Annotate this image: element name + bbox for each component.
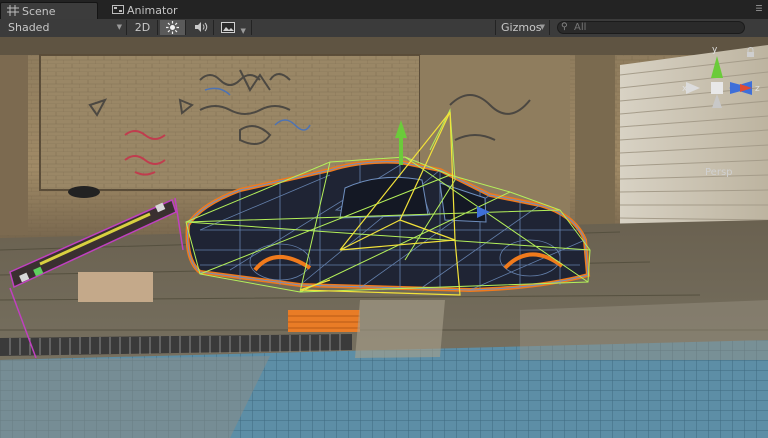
2d-toggle-button[interactable]: 2D bbox=[128, 20, 158, 35]
tab-bar: Scene Animator ☰ bbox=[0, 0, 768, 20]
chevron-down-icon: ▼ bbox=[240, 27, 246, 35]
projection-label[interactable]: Persp bbox=[705, 167, 733, 178]
tab-animator[interactable]: Animator bbox=[106, 2, 196, 19]
scene-viewport[interactable]: y z x Persp bbox=[0, 37, 768, 438]
svg-text:z: z bbox=[755, 84, 760, 94]
audio-toggle-button[interactable] bbox=[188, 20, 214, 35]
tab-scene[interactable]: Scene bbox=[0, 2, 98, 19]
scene-toolbar: Shaded ▼ 2D ▼ Gizmos ▼ ⚲ All bbox=[0, 19, 768, 38]
image-icon bbox=[221, 22, 236, 33]
gizmos-label: Gizmos bbox=[501, 21, 542, 34]
scene-render: y z x bbox=[0, 37, 768, 438]
tab-scene-label: Scene bbox=[22, 5, 56, 18]
tire-prop bbox=[68, 186, 100, 198]
tab-animator-label: Animator bbox=[127, 4, 178, 17]
gizmos-dropdown[interactable]: Gizmos ▼ bbox=[495, 20, 550, 35]
lighting-toggle-button[interactable] bbox=[160, 20, 186, 35]
chevron-down-icon: ▼ bbox=[116, 23, 122, 31]
speaker-icon bbox=[194, 22, 207, 32]
scene-search-input[interactable]: ⚲ All bbox=[557, 21, 745, 34]
animator-icon bbox=[112, 5, 124, 14]
search-placeholder: All bbox=[574, 22, 587, 33]
sun-icon bbox=[166, 21, 179, 34]
draw-mode-dropdown[interactable]: Shaded ▼ bbox=[0, 20, 127, 35]
search-icon: ⚲ bbox=[561, 22, 568, 32]
panel-menu-icon[interactable]: ☰ bbox=[754, 4, 764, 14]
2d-label: 2D bbox=[134, 21, 151, 34]
draw-mode-label: Shaded bbox=[8, 21, 50, 34]
svg-text:x: x bbox=[682, 84, 688, 94]
chevron-down-icon: ▼ bbox=[539, 23, 545, 31]
effects-dropdown[interactable]: ▼ bbox=[216, 20, 252, 35]
grid-icon bbox=[7, 5, 19, 16]
svg-text:y: y bbox=[712, 45, 718, 55]
